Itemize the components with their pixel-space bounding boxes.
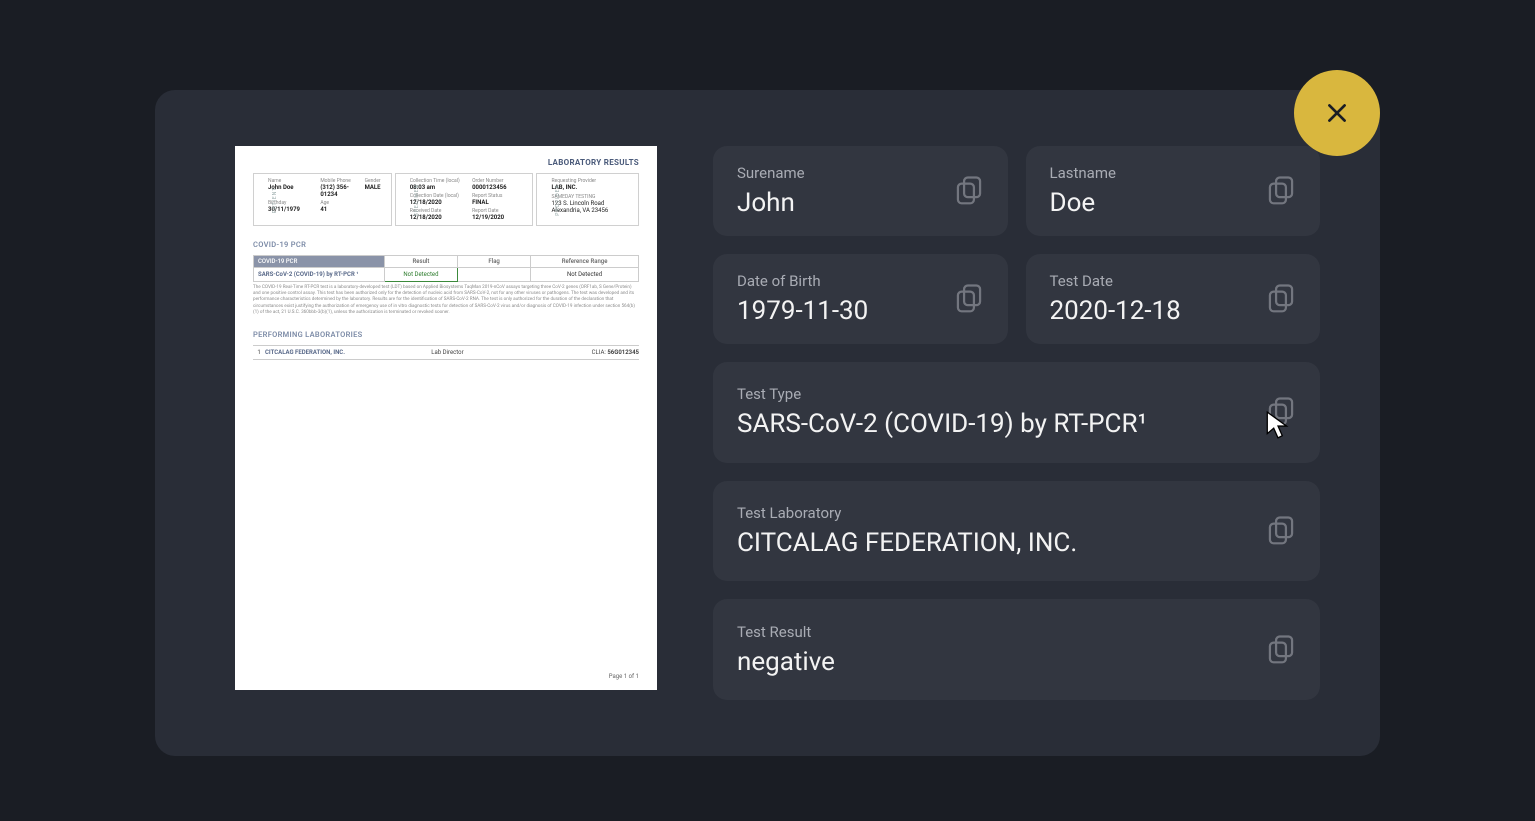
copy-icon[interactable] [1266, 515, 1296, 547]
doc-title: LABORATORY RESULTS [253, 158, 639, 167]
field-test-result: Test Result negative [713, 599, 1320, 700]
field-test-date: Test Date 2020-12-18 [1026, 254, 1321, 344]
field-surename: Surename John [713, 146, 1008, 236]
page-number: Page 1 of 1 [609, 673, 639, 680]
field-label: Test Laboratory [737, 504, 1250, 522]
copy-icon[interactable] [1266, 396, 1296, 428]
field-label: Surename [737, 164, 938, 182]
field-test-lab: Test Laboratory CITCALAG FEDERATION, INC… [713, 481, 1320, 582]
field-lastname: Lastname Doe [1026, 146, 1321, 236]
copy-icon[interactable] [954, 175, 984, 207]
close-icon [1324, 100, 1350, 126]
copy-icon[interactable] [1266, 175, 1296, 207]
copy-icon[interactable] [1266, 634, 1296, 666]
field-value: John [737, 188, 938, 218]
field-value: Doe [1050, 188, 1251, 218]
lab-row: 1 CITCALAG FEDERATION, INC. Lab Director… [253, 345, 639, 360]
field-value: CITCALAG FEDERATION, INC. [737, 528, 1250, 558]
provider-block: PROVIDER Requesting ProviderLAB, INC. SA… [536, 173, 639, 226]
field-value: 2020-12-18 [1050, 296, 1251, 326]
close-button[interactable] [1294, 70, 1380, 156]
copy-icon[interactable] [1266, 283, 1296, 315]
field-value: 1979-11-30 [737, 296, 938, 326]
field-label: Date of Birth [737, 272, 938, 290]
field-label: Lastname [1050, 164, 1251, 182]
doc-info-row: PATIENT NameJohn Doe Mobile Phone(312) 3… [253, 173, 639, 226]
field-value: SARS-CoV-2 (COVID-19) by RT-PCR¹ [737, 409, 1250, 439]
extraction-modal: LABORATORY RESULTS PATIENT NameJohn Doe … [155, 90, 1380, 756]
result-table: COVID-19 PCR Result Flag Reference Range… [253, 255, 639, 282]
field-label: Test Type [737, 385, 1250, 403]
field-label: Test Date [1050, 272, 1251, 290]
field-dob: Date of Birth 1979-11-30 [713, 254, 1008, 344]
field-label: Test Result [737, 623, 1250, 641]
extracted-fields: Surename John Lastname Doe Date of Birth… [713, 146, 1320, 700]
section-labs-heading: PERFORMING LABORATORIES [253, 330, 639, 339]
copy-icon[interactable] [954, 283, 984, 315]
document-preview: LABORATORY RESULTS PATIENT NameJohn Doe … [235, 146, 657, 690]
fine-print: The COVID-19 Real-Time RT-PCR test is a … [253, 285, 639, 316]
specimen-block: SPECIMEN Collection Time (local)08:03 am… [395, 173, 534, 226]
patient-block: PATIENT NameJohn Doe Mobile Phone(312) 3… [253, 173, 392, 226]
field-test-type: Test Type SARS-CoV-2 (COVID-19) by RT-PC… [713, 362, 1320, 463]
field-value: negative [737, 647, 1250, 677]
section-covid-heading: COVID-19 PCR [253, 240, 639, 249]
